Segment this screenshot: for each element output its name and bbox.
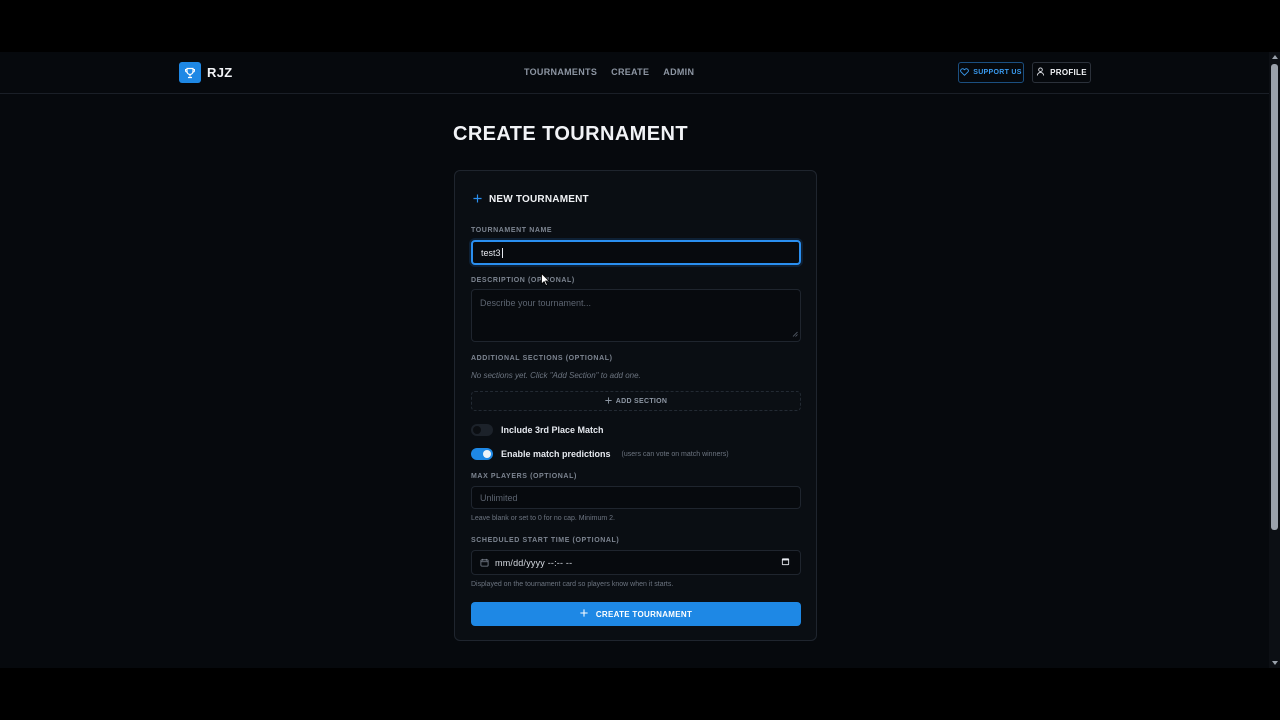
main-nav: TOURNAMENTS CREATE ADMIN	[524, 67, 694, 77]
plus-icon	[473, 190, 482, 208]
trophy-icon	[179, 62, 201, 83]
top-navigation-bar: RJZ TOURNAMENTS CREATE ADMIN SUPPORT US …	[0, 52, 1269, 94]
tournament-name-value: test3	[481, 247, 501, 258]
support-us-label: SUPPORT US	[973, 69, 1022, 76]
add-section-button[interactable]: ADD SECTION	[471, 391, 801, 411]
site-logo[interactable]: RJZ	[179, 62, 232, 83]
profile-label: PROFILE	[1050, 68, 1087, 77]
calendar-icon	[480, 558, 489, 567]
browser-viewport: RJZ TOURNAMENTS CREATE ADMIN SUPPORT US …	[0, 52, 1280, 668]
tournament-name-label: TOURNAMENT NAME	[471, 227, 553, 234]
mouse-pointer-icon	[541, 272, 551, 291]
scrollbar-thumb[interactable]	[1271, 64, 1278, 530]
create-tournament-card: NEW TOURNAMENT TOURNAMENT NAME test3 DES…	[454, 170, 817, 641]
predictions-note: (users can vote on match winners)	[621, 450, 729, 458]
plus-icon	[605, 396, 612, 406]
page-scrollbar[interactable]	[1269, 52, 1280, 668]
support-us-button[interactable]: SUPPORT US	[958, 62, 1024, 83]
nav-admin[interactable]: ADMIN	[663, 67, 694, 77]
predictions-row: Enable match predictions (users can vote…	[471, 448, 729, 460]
nav-create[interactable]: CREATE	[611, 67, 649, 77]
third-place-row: Include 3rd Place Match	[471, 424, 604, 436]
sections-empty-text: No sections yet. Click "Add Section" to …	[471, 371, 641, 380]
predictions-label: Enable match predictions	[501, 449, 611, 459]
card-title: NEW TOURNAMENT	[489, 193, 589, 205]
heart-icon	[960, 67, 969, 78]
page-title: CREATE TOURNAMENT	[453, 123, 688, 145]
letterbox-bottom	[0, 668, 1280, 720]
letterbox-top	[0, 0, 1280, 52]
user-icon	[1036, 67, 1045, 78]
start-time-input[interactable]: mm/dd/yyyy --:-- --	[471, 550, 801, 575]
plus-icon	[580, 609, 588, 619]
third-place-label: Include 3rd Place Match	[501, 425, 604, 435]
add-section-label: ADD SECTION	[615, 397, 668, 405]
predictions-toggle[interactable]	[471, 448, 493, 460]
tournament-name-input[interactable]: test3	[471, 240, 801, 265]
start-time-help: Displayed on the tournament card so play…	[471, 581, 674, 588]
additional-sections-label: ADDITIONAL SECTIONS (OPTIONAL)	[471, 355, 613, 362]
date-picker-icon[interactable]	[781, 557, 790, 568]
start-time-value: mm/dd/yyyy --:-- --	[495, 557, 573, 568]
description-label: DESCRIPTION (OPTIONAL)	[471, 277, 575, 284]
create-tournament-label: CREATE TOURNAMENT	[595, 609, 693, 619]
max-players-placeholder: Unlimited	[480, 492, 518, 503]
description-placeholder: Describe your tournament...	[480, 298, 592, 308]
profile-button[interactable]: PROFILE	[1032, 62, 1091, 83]
start-time-label: SCHEDULED START TIME (OPTIONAL)	[471, 537, 620, 544]
card-header: NEW TOURNAMENT	[473, 190, 589, 208]
third-place-toggle[interactable]	[471, 424, 493, 436]
create-tournament-button[interactable]: CREATE TOURNAMENT	[471, 602, 801, 626]
max-players-label: MAX PLAYERS (OPTIONAL)	[471, 473, 577, 480]
text-caret	[501, 247, 503, 258]
logo-text: RJZ	[207, 65, 233, 80]
scroll-down-arrow-icon[interactable]	[1272, 661, 1278, 665]
scroll-up-arrow-icon[interactable]	[1272, 55, 1278, 59]
description-textarea[interactable]: Describe your tournament...	[471, 289, 801, 342]
resize-handle-icon[interactable]	[792, 329, 798, 339]
max-players-help: Leave blank or set to 0 for no cap. Mini…	[471, 515, 615, 522]
max-players-input[interactable]: Unlimited	[471, 486, 801, 509]
nav-tournaments[interactable]: TOURNAMENTS	[524, 67, 597, 77]
